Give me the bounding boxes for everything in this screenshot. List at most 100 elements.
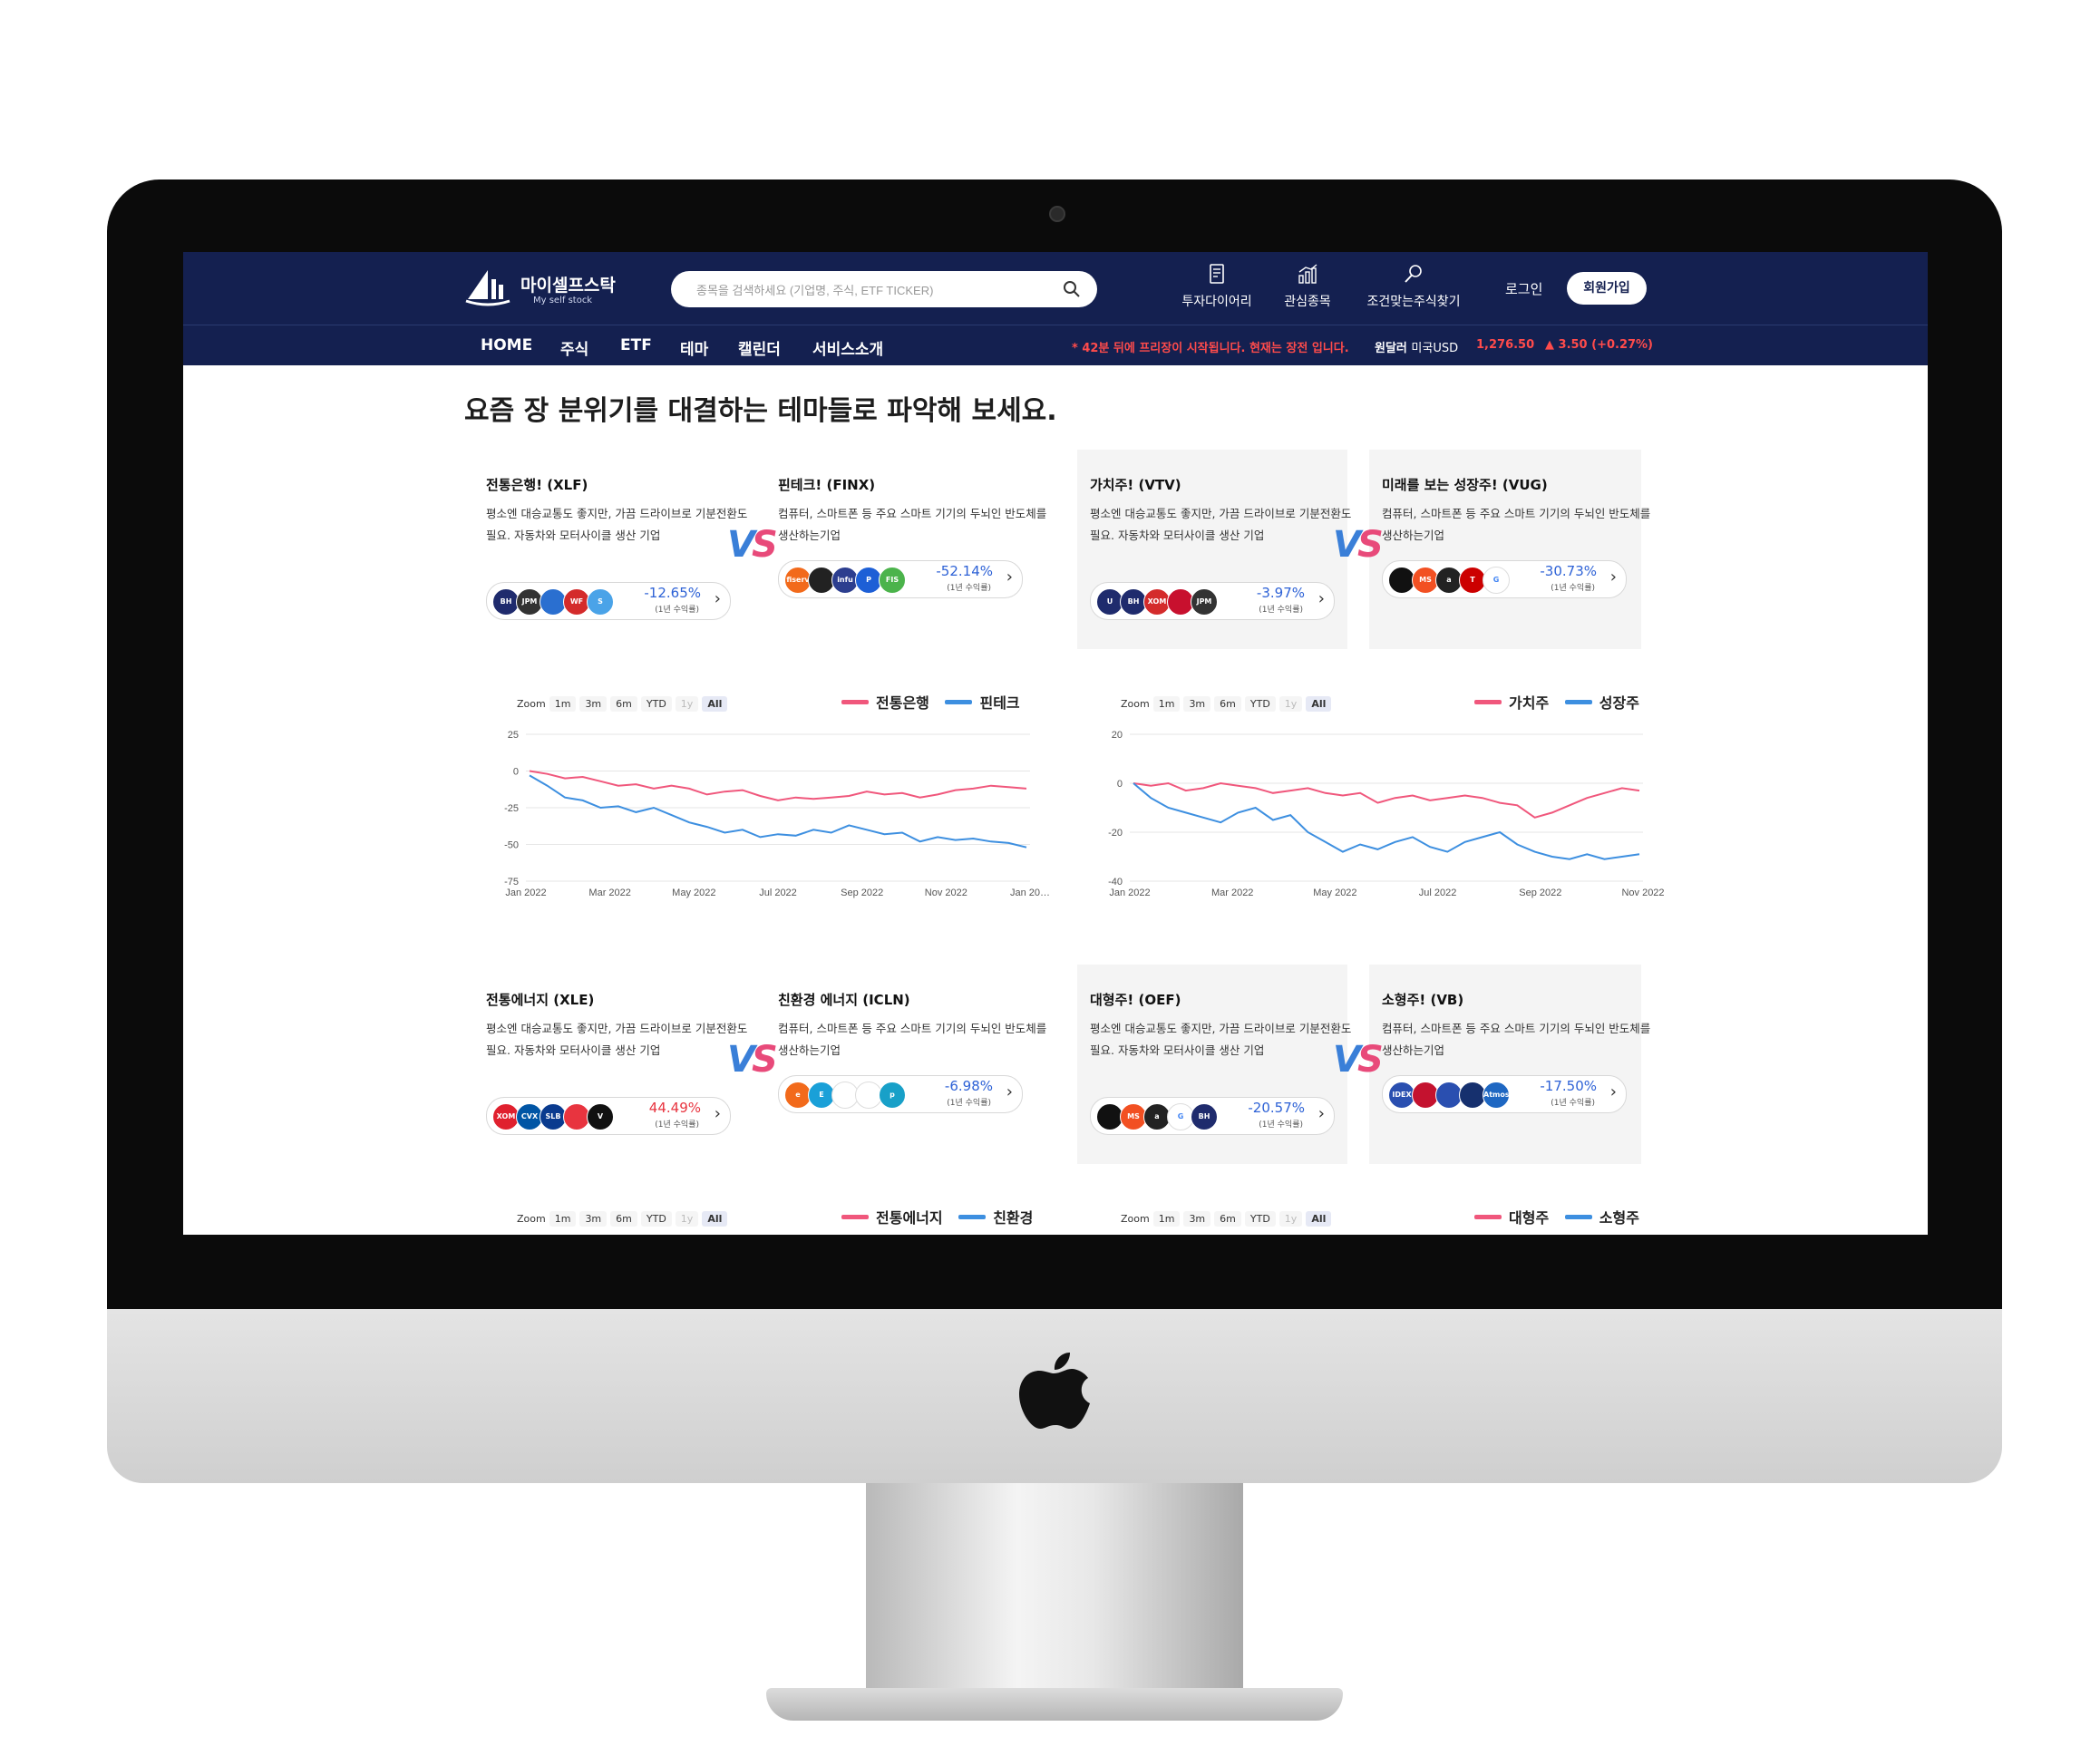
zoom-1y[interactable]: 1y — [1278, 696, 1303, 712]
zoom-1m[interactable]: 1m — [549, 696, 577, 712]
zoom-1m[interactable]: 1m — [549, 1211, 577, 1227]
theme-return-pill[interactable]: U BH XOM JPM -3.97% (1년 수익률) › — [1090, 582, 1335, 620]
vs-badge: VS — [727, 1039, 778, 1081]
fx-label-main: 원달러 — [1375, 342, 1407, 355]
theme-card-finx[interactable]: 핀테크! (FINX) 컴퓨터, 스마트폰 등 주요 스마트 기기의 두뇌인 반… — [778, 475, 1050, 547]
theme-desc: 컴퓨터, 스마트폰 등 주요 스마트 기기의 두뇌인 반도체를 생산하는기업 — [778, 507, 1047, 542]
legend-item[interactable]: 전통은행 — [841, 694, 929, 712]
theme-desc: 평소엔 대승교통도 좋지만, 가끔 드라이브로 기분전환도 필요. 자동차와 모… — [486, 1022, 748, 1057]
theme-card-oef[interactable]: 대형주! (OEF) 평소엔 대승교통도 좋지만, 가끔 드라이브로 기분전환도… — [1090, 990, 1362, 1083]
zoom-3m[interactable]: 3m — [1183, 1211, 1211, 1227]
nav-about[interactable]: 서비스소개 — [812, 336, 883, 359]
zoom-6m[interactable]: 6m — [1214, 1211, 1241, 1227]
return-value: -20.57% — [1248, 1100, 1305, 1116]
x-tick-label: Jul 2022 — [1419, 888, 1457, 898]
legend-item[interactable]: 가치주 — [1474, 694, 1549, 712]
y-tick-label: 20 — [1112, 730, 1123, 741]
legend-label: 전통은행 — [876, 694, 929, 712]
site-logo[interactable]: 마이셀프스탁 My self stock — [464, 263, 618, 314]
y-tick-label: 0 — [1117, 779, 1123, 790]
search-box — [671, 271, 1097, 309]
zoom-all[interactable]: All — [702, 696, 728, 712]
legend-item[interactable]: 소형주 — [1564, 1209, 1639, 1227]
logo-sail-icon — [465, 270, 510, 306]
login-link[interactable]: 로그인 — [1505, 279, 1542, 298]
logo-text-en: My self stock — [533, 296, 593, 306]
signup-button[interactable]: 회원가입 — [1567, 272, 1647, 305]
nav-stocks[interactable]: 주식 — [560, 336, 588, 359]
theme-desc: 평소엔 대승교통도 좋지만, 가끔 드라이브로 기분전환도 필요. 자동차와 모… — [486, 507, 748, 542]
return-value: -6.98% — [944, 1078, 993, 1094]
y-tick-label: -25 — [504, 803, 519, 814]
menu-invest-diary[interactable]: 투자다이어리 — [1172, 263, 1262, 310]
zoom-ytd[interactable]: YTD — [640, 1211, 672, 1227]
theme-title: 전통에너지 (XLE) — [486, 992, 595, 1008]
nav-home[interactable]: HOME — [481, 336, 532, 354]
theme-card-xle[interactable]: 전통에너지 (XLE) 평소엔 대승교통도 좋지만, 가끔 드라이브로 기분전환… — [486, 990, 758, 1083]
x-tick-label: May 2022 — [1313, 888, 1356, 898]
theme-chart-energy-vs-green: Zoom 1m 3m 6m YTD 1y All 전통에너지 친환경 — [486, 1209, 1057, 1235]
legend-item[interactable]: 전통에너지 — [841, 1209, 943, 1227]
zoom-1y[interactable]: 1y — [675, 1211, 699, 1227]
company-logos: IDEX Atmos — [1388, 1082, 1510, 1109]
zoom-1y[interactable]: 1y — [675, 696, 699, 712]
zoom-1m[interactable]: 1m — [1152, 696, 1181, 712]
return-caption: (1년 수익률) — [655, 1120, 699, 1130]
zoom-3m[interactable]: 3m — [579, 1211, 608, 1227]
menu-watchlist[interactable]: 관심종목 — [1271, 263, 1344, 310]
nav-etf[interactable]: ETF — [620, 336, 652, 354]
logo-text-ko: 마이셀프스탁 — [520, 276, 616, 296]
chart-legend: 대형주 소형주 — [1463, 1206, 1639, 1227]
zoom-6m[interactable]: 6m — [610, 1211, 637, 1227]
chevron-right-icon: › — [714, 589, 721, 608]
fx-label: 원달러 미국USD — [1375, 338, 1458, 355]
legend-item[interactable]: 대형주 — [1474, 1209, 1549, 1227]
y-tick-label: 25 — [508, 730, 519, 741]
company-logos: MS a T G — [1388, 567, 1510, 594]
theme-card-icln[interactable]: 친환경 에너지 (ICLN) 컴퓨터, 스마트폰 등 주요 스마트 기기의 두뇌… — [778, 990, 1050, 1062]
legend-label: 성장주 — [1599, 694, 1639, 712]
zoom-1m[interactable]: 1m — [1152, 1211, 1181, 1227]
theme-return-pill[interactable]: eEp -6.98% (1년 수익률) › — [778, 1075, 1023, 1113]
theme-card-vug[interactable]: 미래를 보는 성장주! (VUG) 컴퓨터, 스마트폰 등 주요 스마트 기기의… — [1382, 475, 1654, 547]
theme-card-xlf[interactable]: 전통은행! (XLF) 평소엔 대승교통도 좋지만, 가끔 드라이브로 기분전환… — [486, 475, 758, 568]
search-icon[interactable] — [1063, 280, 1081, 298]
fx-label-sub: 미국USD — [1411, 342, 1459, 355]
zoom-all[interactable]: All — [1306, 696, 1332, 712]
nav-theme[interactable]: 테마 — [680, 336, 708, 359]
return-caption: (1년 수익률) — [947, 1099, 991, 1108]
return-caption: (1년 수익률) — [1551, 1099, 1595, 1108]
nav-calendar[interactable]: 캘린더 — [738, 336, 781, 359]
theme-return-pill[interactable]: IDEX Atmos -17.50% (1년 수익률) › — [1382, 1075, 1627, 1113]
zoom-3m[interactable]: 3m — [1183, 696, 1211, 712]
theme-card-vb[interactable]: 소형주! (VB) 컴퓨터, 스마트폰 등 주요 스마트 기기의 두뇌인 반도체… — [1382, 990, 1654, 1062]
return-caption: (1년 수익률) — [1551, 584, 1595, 593]
zoom-all[interactable]: All — [1306, 1211, 1332, 1227]
chevron-right-icon: › — [1006, 567, 1013, 587]
zoom-6m[interactable]: 6m — [1214, 696, 1241, 712]
search-input[interactable] — [695, 271, 1043, 309]
y-tick-label: -75 — [504, 877, 519, 888]
theme-title: 미래를 보는 성장주! (VUG) — [1382, 477, 1548, 493]
legend-item[interactable]: 성장주 — [1564, 694, 1639, 712]
theme-return-pill[interactable]: MS a G BH -20.57% (1년 수익률) › — [1090, 1097, 1335, 1135]
legend-label: 친환경 — [993, 1209, 1034, 1227]
zoom-3m[interactable]: 3m — [579, 696, 608, 712]
theme-return-pill[interactable]: XOM CVX SLB V 44.49% (1년 수익률) › — [486, 1097, 731, 1135]
zoom-ytd[interactable]: YTD — [1244, 1211, 1276, 1227]
legend-item[interactable]: 핀테크 — [945, 694, 1020, 712]
zoom-1y[interactable]: 1y — [1278, 1211, 1303, 1227]
theme-return-pill[interactable]: BH JPM WF S -12.65% (1년 수익률) › — [486, 582, 731, 620]
theme-return-pill[interactable]: MS a T G -30.73% (1년 수익률) › — [1382, 560, 1627, 598]
theme-return-pill[interactable]: fiserv infu P FIS -52.14% (1년 수익률) › — [778, 560, 1023, 598]
zoom-all[interactable]: All — [702, 1211, 728, 1227]
zoom-ytd[interactable]: YTD — [640, 696, 672, 712]
theme-chart-bank-vs-fintech: Zoom 1m 3m 6m YTD 1y All 전통은행 핀테크 25 0 -25 -50 -75… — [486, 694, 1057, 914]
zoom-ytd[interactable]: YTD — [1244, 696, 1276, 712]
zoom-6m[interactable]: 6m — [610, 696, 637, 712]
theme-card-vtv[interactable]: 가치주! (VTV) 평소엔 대승교통도 좋지만, 가끔 드라이브로 기분전환도… — [1090, 475, 1362, 568]
menu-stock-screener[interactable]: 조건맞는주식찾기 — [1356, 263, 1471, 310]
legend-label: 가치주 — [1509, 694, 1550, 712]
top-header: 마이셀프스탁 My self stock 투자다이어리 — [183, 252, 1928, 325]
legend-item[interactable]: 친환경 — [958, 1209, 1033, 1227]
